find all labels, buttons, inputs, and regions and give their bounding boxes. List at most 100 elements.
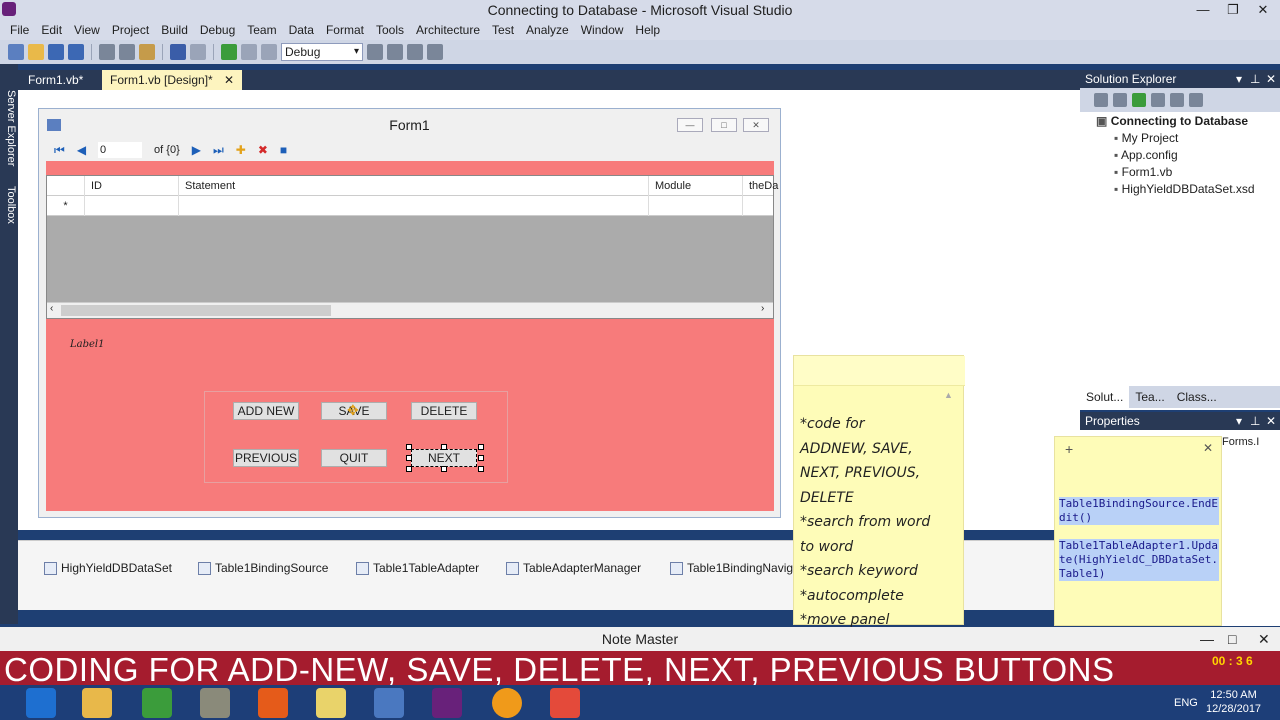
move-previous-icon[interactable]: ◀	[77, 143, 86, 157]
solution-item-form1-vb[interactable]: ▪ Form1.vb	[1114, 165, 1172, 179]
undo-icon[interactable]	[170, 44, 186, 60]
start-debug-icon[interactable]	[221, 44, 237, 60]
menu-edit[interactable]: Edit	[35, 20, 68, 40]
redo-icon[interactable]	[190, 44, 206, 60]
resize-handle[interactable]	[406, 466, 412, 472]
grid-new-row[interactable]: *	[47, 196, 773, 216]
resize-handle[interactable]	[441, 466, 447, 472]
sticky-note-text[interactable]: *code for ADDNEW, SAVE, NEXT, PREVIOUS, …	[800, 412, 956, 633]
grid-cell[interactable]	[649, 196, 743, 216]
tab-class-view[interactable]: Class...	[1171, 386, 1223, 408]
menu-team[interactable]: Team	[241, 20, 282, 40]
close-button[interactable]: ✕	[1248, 0, 1278, 20]
next-button[interactable]: NEXT	[411, 449, 477, 467]
file-explorer-icon[interactable]	[82, 688, 112, 718]
stop-icon[interactable]	[261, 44, 277, 60]
find-icon[interactable]	[367, 44, 383, 60]
code-snippet[interactable]: Table1BindingSource.EndEdit() Table1Tabl…	[1059, 497, 1219, 581]
grid-column-statement[interactable]: Statement	[179, 176, 649, 196]
add-new-button[interactable]: ADD NEW	[233, 402, 299, 420]
grid-cell[interactable]	[85, 196, 179, 216]
settings-icon[interactable]	[1189, 93, 1203, 107]
close-icon[interactable]: ✕	[1258, 627, 1270, 651]
menu-build[interactable]: Build	[155, 20, 194, 40]
menu-format[interactable]: Format	[320, 20, 370, 40]
tray-binding-source[interactable]: Table1BindingSource	[198, 561, 328, 575]
menu-help[interactable]: Help	[629, 20, 666, 40]
buttons-panel[interactable]: ADD NEW SAVE ✥ DELETE PREVIOUS QUIT NEXT	[204, 391, 508, 483]
move-next-icon[interactable]: ▶	[192, 143, 201, 157]
new-project-icon[interactable]	[8, 44, 24, 60]
menu-analyze[interactable]: Analyze	[520, 20, 575, 40]
close-panel-icon[interactable]: ✕	[1266, 70, 1276, 88]
save-icon[interactable]	[48, 44, 64, 60]
save-data-icon[interactable]: ■	[280, 143, 287, 157]
solution-root[interactable]: ▣ Connecting to Database	[1096, 114, 1248, 128]
sticky-note-header[interactable]	[794, 356, 965, 386]
close-tab-icon[interactable]: ✕	[224, 73, 234, 87]
move-first-icon[interactable]: ⏮	[54, 143, 65, 158]
move-last-icon[interactable]: ⏭	[213, 143, 224, 158]
maximize-icon[interactable]: □	[1228, 627, 1236, 651]
pause-icon[interactable]	[241, 44, 257, 60]
toolbox-icon[interactable]	[427, 44, 443, 60]
tab-form1-design[interactable]: Form1.vb [Design]* ✕	[102, 70, 243, 90]
refresh-icon[interactable]	[1132, 93, 1146, 107]
scroll-left-icon[interactable]: ‹	[50, 303, 53, 314]
app-icon[interactable]	[492, 688, 522, 718]
menu-architecture[interactable]: Architecture	[410, 20, 486, 40]
menu-debug[interactable]: Debug	[194, 20, 241, 40]
toolbox-tab[interactable]: Toolbox	[1, 186, 17, 224]
close-note-icon[interactable]: ✕	[1203, 441, 1213, 455]
resize-handle[interactable]	[406, 455, 412, 461]
app-icon[interactable]	[374, 688, 404, 718]
scroll-thumb[interactable]	[61, 305, 331, 316]
delete-icon[interactable]: ✖	[258, 143, 268, 157]
resize-handle[interactable]	[478, 455, 484, 461]
sticky-note[interactable]: ▲ *code for ADDNEW, SAVE, NEXT, PREVIOUS…	[793, 355, 965, 628]
cut-icon[interactable]	[99, 44, 115, 60]
tray-table-adapter[interactable]: Table1TableAdapter	[356, 561, 479, 575]
tray-dataset[interactable]: HighYieldDBDataSet	[44, 561, 172, 575]
grid-column-module[interactable]: Module	[649, 176, 743, 196]
copy-icon[interactable]	[119, 44, 135, 60]
menu-window[interactable]: Window	[575, 20, 630, 40]
server-explorer-tab[interactable]: Server Explorer	[1, 90, 17, 166]
pin-icon[interactable]: ⊥	[1250, 70, 1260, 88]
paste-icon[interactable]	[139, 44, 155, 60]
add-note-icon[interactable]: +	[1065, 441, 1073, 457]
tab-form1-vb[interactable]: Form1.vb*	[20, 70, 91, 90]
label1[interactable]: Label1	[70, 339, 104, 350]
menu-view[interactable]: View	[68, 20, 106, 40]
system-clock[interactable]: 12:50 AM 12/28/2017	[1206, 688, 1261, 716]
tab-solution-explorer[interactable]: Solut...	[1080, 386, 1130, 408]
scroll-right-icon[interactable]: ›	[761, 303, 764, 314]
solution-item-dataset-xsd[interactable]: ▪ HighYieldDBDataSet.xsd	[1114, 182, 1255, 196]
menu-project[interactable]: Project	[106, 20, 155, 40]
quit-button[interactable]: QUIT	[321, 449, 387, 467]
tray-binding-navigator[interactable]: Table1BindingNaviga	[670, 561, 800, 575]
resize-handle[interactable]	[406, 444, 412, 450]
dropdown-icon[interactable]: ▾	[1236, 412, 1242, 430]
resize-handle[interactable]	[478, 444, 484, 450]
show-all-icon[interactable]	[1170, 93, 1184, 107]
restore-button[interactable]: ❐	[1218, 0, 1248, 20]
form1-window[interactable]: Form1 — □ ✕ ⏮ ◀ 0 of {0} ▶ ⏭ ✚ ✖ ■ ID St…	[38, 108, 781, 518]
code-sticky-note[interactable]: + ✕ Table1BindingSource.EndEdit() Table1…	[1054, 436, 1222, 626]
grid-cell[interactable]	[179, 196, 649, 216]
firefox-icon[interactable]	[258, 688, 288, 718]
pin-icon[interactable]: ⊥	[1250, 412, 1260, 430]
internet-explorer-icon[interactable]	[26, 688, 56, 718]
add-new-icon[interactable]: ✚	[236, 143, 246, 157]
menu-data[interactable]: Data	[283, 20, 320, 40]
open-file-icon[interactable]	[28, 44, 44, 60]
grid-horizontal-scrollbar[interactable]: ‹ ›	[47, 302, 773, 318]
delete-button[interactable]: DELETE	[411, 402, 477, 420]
position-item-input[interactable]: 0	[98, 142, 143, 158]
menu-tools[interactable]: Tools	[370, 20, 410, 40]
save-all-icon[interactable]	[68, 44, 84, 60]
home-icon[interactable]	[1094, 93, 1108, 107]
sticky-notes-icon[interactable]	[316, 688, 346, 718]
close-panel-icon[interactable]: ✕	[1266, 412, 1276, 430]
solution-explorer-icon[interactable]	[387, 44, 403, 60]
